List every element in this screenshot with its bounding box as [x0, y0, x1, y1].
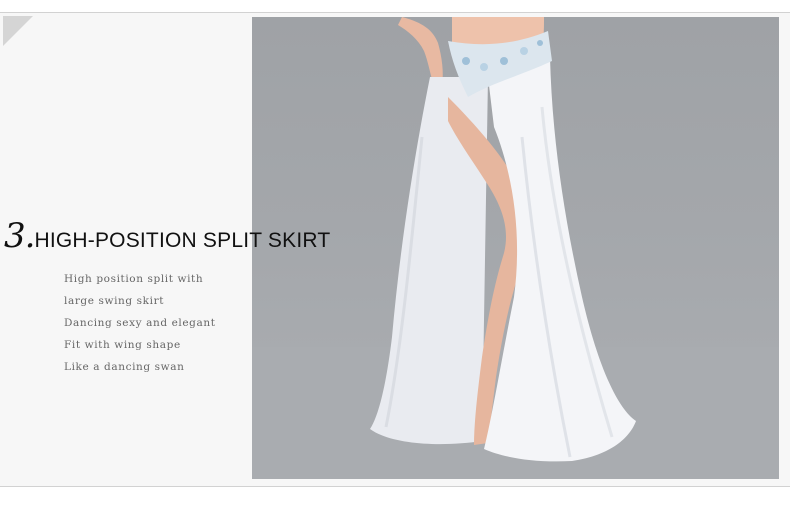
product-photo — [252, 17, 779, 479]
description-line: Fit with wing shape — [64, 339, 181, 351]
belt-gem — [537, 40, 543, 46]
belt-gem — [480, 63, 488, 71]
bottom-divider — [0, 486, 790, 487]
section-title: HIGH-POSITION SPLIT SKIRT — [34, 229, 331, 252]
belt-gem — [520, 47, 528, 55]
description-line: Like a dancing swan — [64, 361, 185, 373]
feature-description: High position split with large swing ski… — [64, 268, 216, 378]
belt-gem — [462, 57, 470, 65]
section-number: 3. — [4, 216, 35, 256]
corner-triangle-decoration — [3, 16, 33, 46]
description-line: large swing skirt — [64, 295, 165, 307]
description-line: Dancing sexy and elegant — [64, 317, 216, 329]
dancer-split-skirt-illustration — [252, 17, 779, 479]
belt-gem — [500, 57, 508, 65]
product-detail-section: 3.HIGH-POSITION SPLIT SKIRT High positio… — [0, 0, 790, 522]
description-line: High position split with — [64, 273, 204, 285]
section-heading: 3.HIGH-POSITION SPLIT SKIRT — [4, 216, 330, 261]
dancer-arm — [398, 17, 443, 87]
